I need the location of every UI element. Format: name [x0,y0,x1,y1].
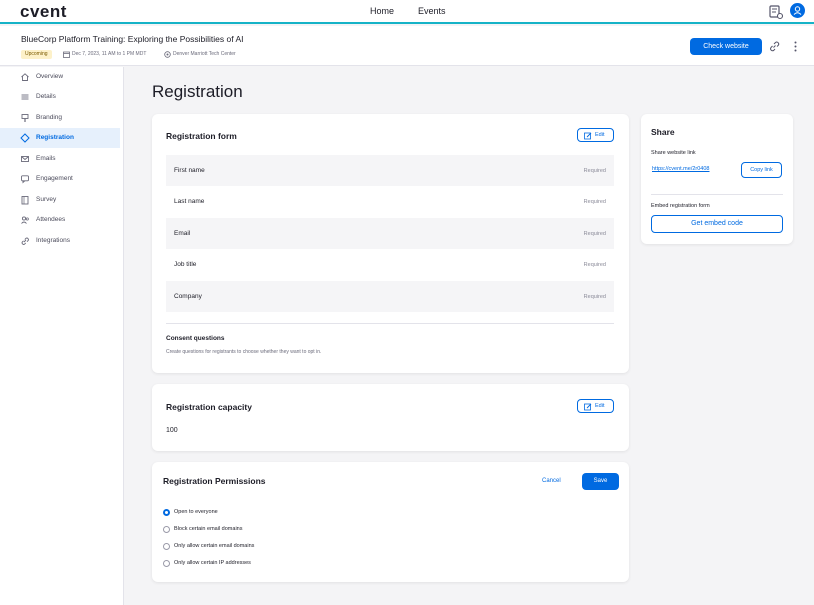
user-avatar-icon[interactable] [790,3,805,18]
capacity-value: 100 [166,427,178,434]
registration-permissions-title: Registration Permissions [163,476,266,486]
field-status: Required [583,231,606,237]
registration-form-title: Registration form [166,131,237,141]
form-field-row[interactable]: Email Required [166,218,614,249]
edit-capacity-button[interactable]: Edit [577,399,614,413]
divider [166,323,614,324]
radio-label: Open to everyone [174,509,218,515]
registration-permissions-card: Registration Permissions Cancel Save Ope… [152,462,629,582]
edit-label: Edit [595,132,605,138]
settings-list-icon[interactable] [768,4,784,20]
sidebar-item-label: Branding [36,114,63,121]
share-card: Share Share website link https://cvent.m… [641,114,793,244]
field-status: Required [583,168,606,174]
radio-button[interactable] [163,509,170,516]
registration-form-card: Registration form Edit First name Requir… [152,114,629,373]
field-name: First name [174,167,205,174]
page-title: Registration [152,82,243,101]
edit-label: Edit [595,403,605,409]
sidebar-item-branding[interactable]: Branding [0,108,120,128]
sidebar-item-label: Details [36,93,56,100]
save-button[interactable]: Save [582,473,619,490]
radio-button[interactable] [163,526,170,533]
event-location: Denver Marriott Tech Center [173,51,236,57]
form-field-row[interactable]: Last name Required [166,186,614,217]
form-field-row[interactable]: Job title Required [166,249,614,280]
event-title: BlueCorp Platform Training: Exploring th… [21,34,244,44]
field-status: Required [583,262,606,268]
sidebar-item-label: Overview [36,73,64,80]
home-icon [21,73,29,81]
diamond-icon [20,133,30,143]
field-name: Email [174,230,191,237]
sidebar-item-label: Engagement [36,175,73,182]
sidebar-item-label: Attendees [36,216,66,223]
share-link-label: Share website link [651,150,696,156]
sidebar-item-details[interactable]: Details [0,87,120,107]
location-pin-icon [164,51,171,58]
field-status: Required [583,294,606,300]
nav-events[interactable]: Events [418,6,446,16]
event-header: BlueCorp Platform Training: Exploring th… [0,26,814,66]
calendar-icon [63,51,70,58]
radio-label: Only allow certain email domains [174,543,255,549]
sidebar-item-registration[interactable]: Registration [0,128,120,148]
link-icon[interactable] [768,40,781,53]
top-bar: cvent Home Events [0,0,814,24]
list-icon [21,94,29,100]
share-title: Share [651,127,675,137]
cancel-button[interactable]: Cancel [542,478,561,484]
sidebar-item-label: Registration [36,134,74,141]
consent-questions-title: Consent questions [166,335,225,342]
radio-label: Only allow certain IP addresses [174,560,251,566]
field-name: Job title [174,261,197,268]
registration-capacity-card: Registration capacity Edit 100 [152,384,629,451]
share-link[interactable]: https://cvent.me/2r0408 [652,166,709,172]
sidebar-item-emails[interactable]: Emails [0,149,120,169]
sidebar-item-overview[interactable]: Overview [0,67,120,87]
edit-registration-form-button[interactable]: Edit [577,128,614,142]
clipboard-icon [21,196,29,205]
embed-form-label: Embed registration form [651,203,710,209]
status-badge: Upcoming [21,50,52,59]
edit-icon [584,132,592,140]
field-status: Required [583,199,606,205]
radio-button[interactable] [163,560,170,567]
cvent-logo[interactable]: cvent [20,2,67,22]
copy-link-button[interactable]: Copy link [741,162,782,178]
form-field-row[interactable]: First name Required [166,155,614,186]
form-field-row[interactable]: Company Required [166,281,614,312]
check-website-button[interactable]: Check website [690,38,762,55]
get-embed-code-button[interactable]: Get embed code [651,215,783,233]
mail-icon [21,156,29,162]
sidebar-item-integrations[interactable]: Integrations [0,231,120,251]
sidebar-item-engagement[interactable]: Engagement [0,169,120,189]
field-name: Last name [174,198,205,205]
radio-button[interactable] [163,543,170,550]
event-date: Dec 7, 2023, 11 AM to 1 PM MDT [72,51,147,57]
people-icon [21,216,29,224]
radio-label: Block certain email domains [174,526,243,532]
sidebar: Overview Details Branding Registration E… [0,67,124,605]
sidebar-item-attendees[interactable]: Attendees [0,210,120,230]
nav-home[interactable]: Home [370,6,394,16]
edit-icon [584,403,592,411]
sidebar-item-label: Survey [36,196,57,203]
brush-icon [21,114,29,122]
more-options-icon[interactable] [793,40,798,53]
sidebar-item-label: Integrations [36,237,70,244]
sidebar-item-label: Emails [36,155,56,162]
consent-questions-description: Create questions for registrants to choo… [166,349,322,355]
sidebar-item-survey[interactable]: Survey [0,190,120,210]
link-icon [21,237,29,245]
field-name: Company [174,293,202,300]
chat-icon [21,175,29,184]
registration-capacity-title: Registration capacity [166,402,252,412]
divider [651,194,783,195]
